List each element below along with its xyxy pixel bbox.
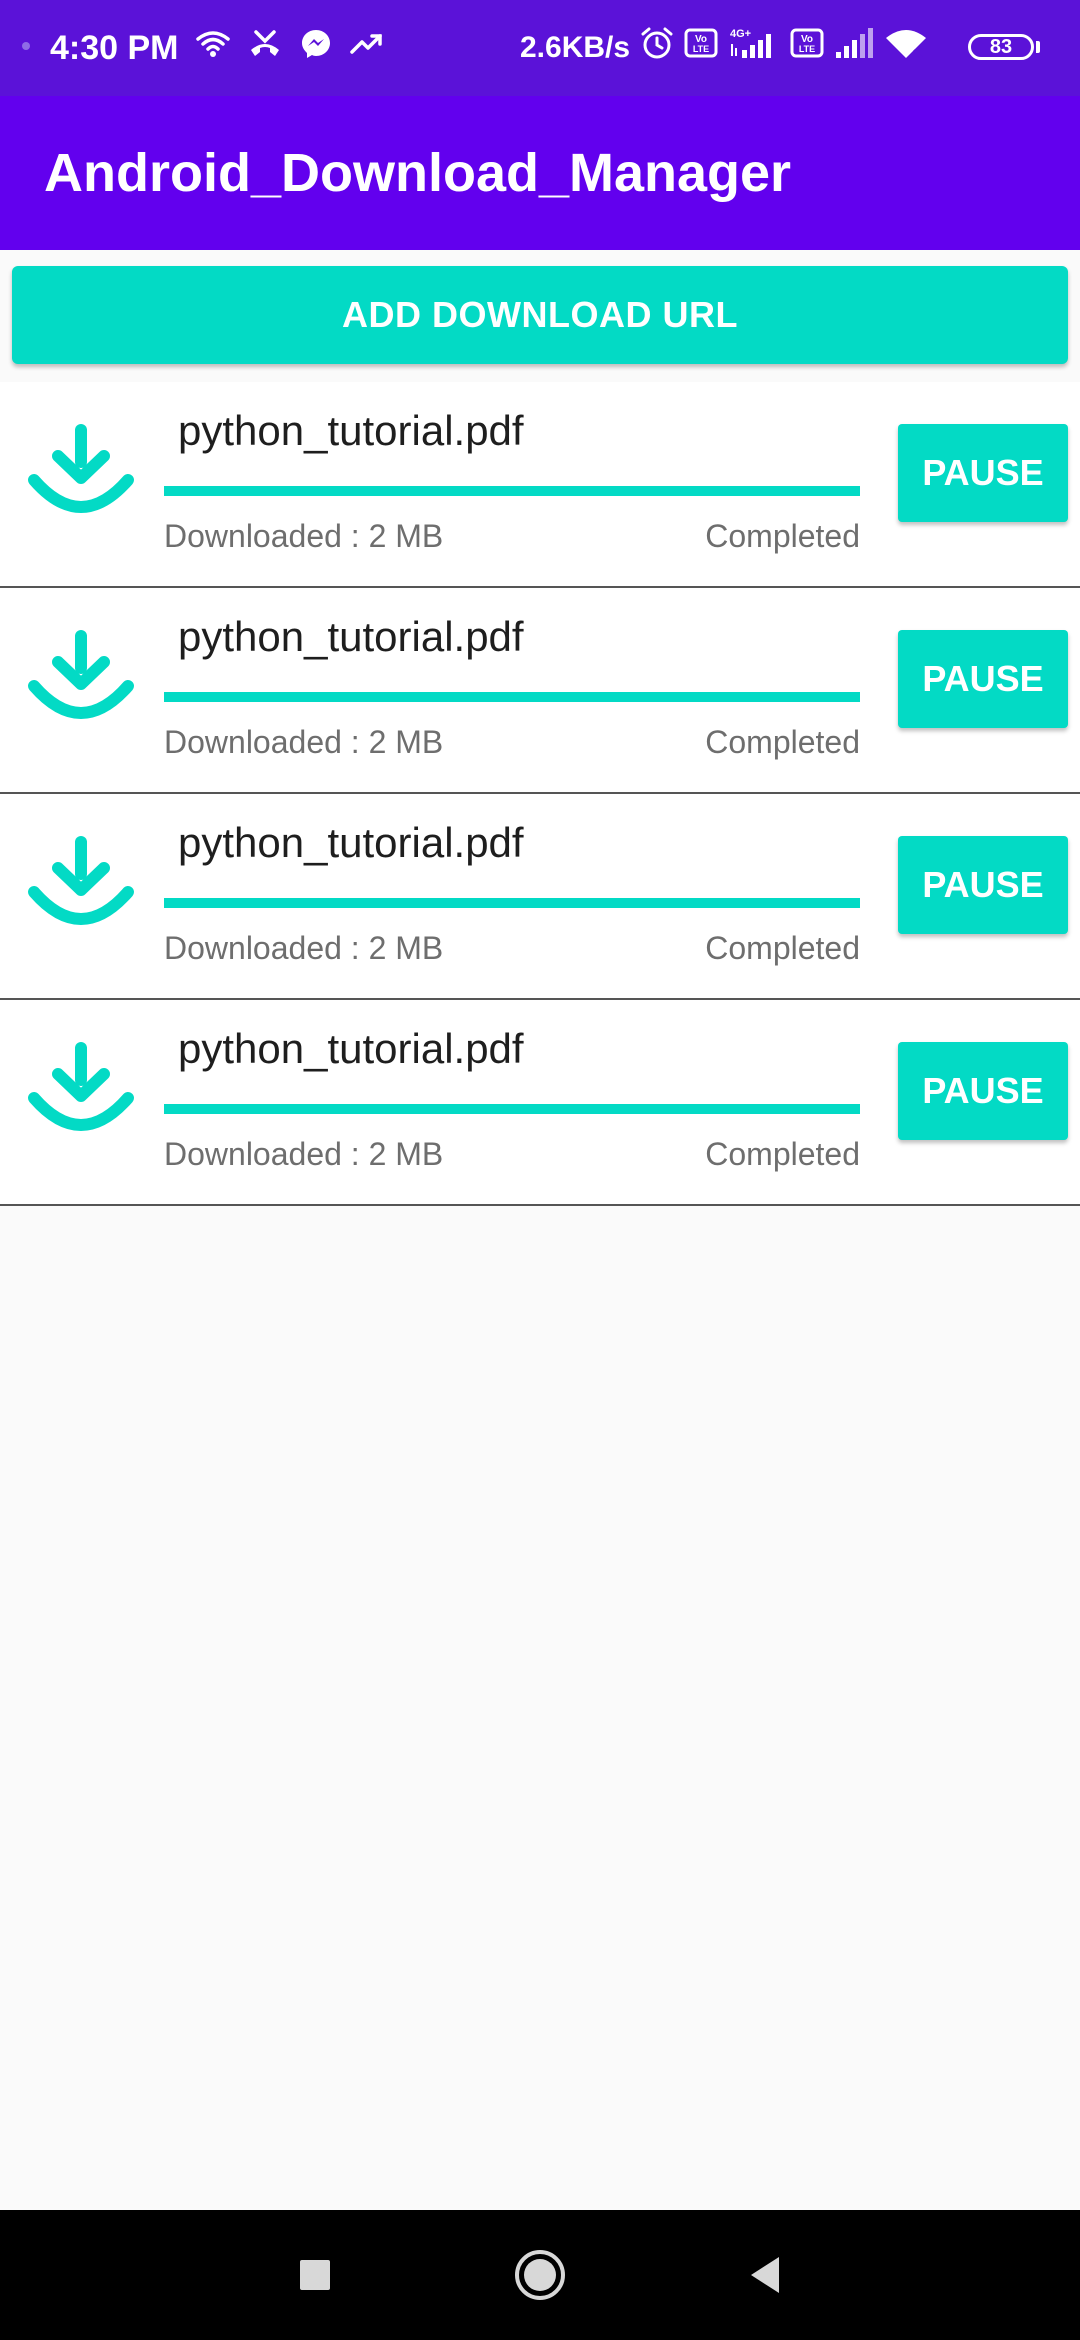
navigation-bar — [0, 2210, 1080, 2340]
download-icon — [26, 1034, 136, 1144]
home-circle-icon — [515, 2250, 565, 2300]
svg-text:4G+: 4G+ — [730, 28, 751, 40]
app-bar: Android_Download_Manager — [0, 96, 1080, 250]
svg-text:LTE: LTE — [799, 44, 815, 54]
pause-button[interactable]: PAUSE — [898, 836, 1068, 934]
download-item: python_tutorial.pdf Downloaded : 2 MB Co… — [0, 382, 1080, 588]
downloaded-size: Downloaded : 2 MB — [164, 724, 444, 760]
svg-text:LTE: LTE — [693, 44, 709, 54]
download-status: Completed — [705, 724, 860, 760]
battery-level: 83 — [989, 36, 1013, 58]
download-icon — [26, 622, 136, 732]
alarm-icon — [640, 26, 674, 60]
pause-button[interactable]: PAUSE — [898, 1042, 1068, 1140]
back-button[interactable] — [720, 2210, 810, 2340]
download-progress-bar — [164, 1104, 860, 1114]
home-button[interactable] — [495, 2210, 585, 2340]
screen: 4:30 PM 2.6KB/s Vo LTE 4G+ Vo LTE 83 And… — [0, 0, 1080, 2340]
downloaded-size: Downloaded : 2 MB — [164, 518, 444, 554]
app-title: Android_Download_Manager — [44, 143, 792, 203]
download-icon — [26, 828, 136, 938]
download-progress-bar — [164, 898, 860, 908]
download-status: Completed — [705, 1136, 860, 1172]
status-left-icons — [196, 28, 384, 60]
pause-button[interactable]: PAUSE — [898, 630, 1068, 728]
download-progress-bar — [164, 692, 860, 702]
download-icon — [26, 416, 136, 526]
status-right-icons: Vo LTE 4G+ Vo LTE — [640, 26, 928, 60]
downloaded-size: Downloaded : 2 MB — [164, 930, 444, 966]
download-progress-fill — [164, 692, 860, 702]
downloaded-size: Downloaded : 2 MB — [164, 1136, 444, 1172]
file-name: python_tutorial.pdf — [178, 1025, 524, 1072]
battery-icon: 83 — [968, 34, 1034, 60]
download-item: python_tutorial.pdf Downloaded : 2 MB Co… — [0, 794, 1080, 1000]
wifi-icon — [196, 29, 230, 59]
battery-tip — [1036, 41, 1040, 53]
volte-icon: Vo LTE — [684, 28, 718, 58]
trending-icon — [350, 32, 384, 56]
download-progress-fill — [164, 898, 860, 908]
recents-square-icon — [300, 2260, 330, 2290]
download-list: python_tutorial.pdf Downloaded : 2 MB Co… — [0, 382, 1080, 1206]
file-name: python_tutorial.pdf — [178, 819, 524, 866]
network-speed: 2.6KB/s — [520, 31, 631, 64]
signal-4g-icon: 4G+ — [728, 26, 780, 60]
download-progress-bar — [164, 486, 860, 496]
status-time: 4:30 PM — [50, 29, 179, 67]
status-bar: 4:30 PM 2.6KB/s Vo LTE 4G+ Vo LTE 83 — [0, 0, 1080, 96]
file-name: python_tutorial.pdf — [178, 613, 524, 660]
notification-dot — [22, 42, 30, 50]
missed-call-icon — [248, 28, 282, 60]
signal-icon — [834, 26, 874, 60]
download-status: Completed — [705, 930, 860, 966]
download-progress-fill — [164, 1104, 860, 1114]
recents-button[interactable] — [270, 2210, 360, 2340]
add-download-url-button[interactable]: ADD DOWNLOAD URL — [12, 266, 1068, 364]
pause-button[interactable]: PAUSE — [898, 424, 1068, 522]
messenger-icon — [300, 28, 332, 60]
volte-icon-2: Vo LTE — [790, 28, 824, 58]
download-progress-fill — [164, 486, 860, 496]
file-name: python_tutorial.pdf — [178, 407, 524, 454]
download-status: Completed — [705, 518, 860, 554]
download-item: python_tutorial.pdf Downloaded : 2 MB Co… — [0, 588, 1080, 794]
wifi-icon-2 — [884, 26, 928, 60]
back-triangle-icon — [751, 2257, 779, 2293]
download-item: python_tutorial.pdf Downloaded : 2 MB Co… — [0, 1000, 1080, 1206]
